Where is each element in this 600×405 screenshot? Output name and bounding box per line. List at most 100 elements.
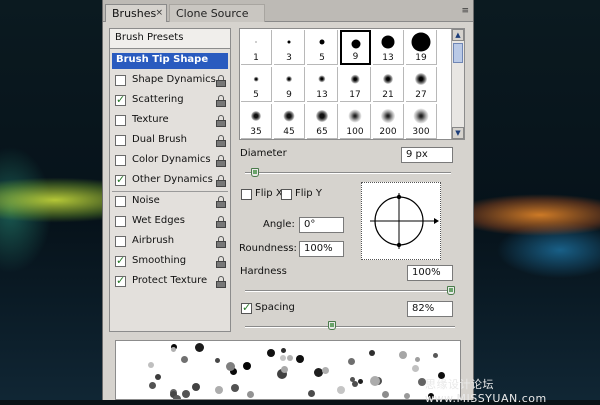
brush-tip-icon <box>286 76 292 82</box>
brush-preset[interactable]: 200 <box>373 104 404 139</box>
scroll-up-icon[interactable]: ▲ <box>452 29 464 41</box>
brush-preset[interactable]: 9 <box>340 30 371 65</box>
lock-icon[interactable] <box>216 256 226 268</box>
stroke-dab <box>182 389 191 398</box>
lock-icon[interactable] <box>216 95 226 107</box>
sidebar-item-wet-edges[interactable]: Wet Edges <box>110 212 230 232</box>
brush-preset[interactable]: 45 <box>274 104 305 139</box>
option-checkbox[interactable] <box>115 236 126 247</box>
lock-icon[interactable] <box>216 155 226 167</box>
lock-icon[interactable] <box>216 175 226 187</box>
brush-preset[interactable]: 5 <box>307 30 338 65</box>
spacing-slider-track <box>245 326 455 328</box>
tab-brushes-label: Brushes <box>112 7 157 20</box>
brush-preset[interactable]: 35 <box>241 104 272 139</box>
flip-x-checkbox[interactable] <box>241 189 252 200</box>
roundness-field[interactable]: 100% <box>299 241 344 257</box>
brush-presets-button[interactable]: Brush Presets <box>110 29 230 49</box>
option-checkbox[interactable] <box>115 196 126 207</box>
close-icon[interactable]: × <box>155 8 163 18</box>
sidebar-item-label: Airbrush <box>132 235 175 246</box>
sidebar-item-airbrush[interactable]: Airbrush <box>110 232 230 252</box>
sidebar-item-scattering[interactable]: Scattering <box>110 91 230 111</box>
sidebar-item-label: Dual Brush <box>132 134 187 145</box>
panel-menu-icon[interactable]: ≡ <box>461 6 469 16</box>
spacing-field[interactable]: 82% <box>407 301 453 317</box>
brush-size-label: 300 <box>412 127 430 137</box>
lock-icon[interactable] <box>216 236 226 248</box>
brush-tip-icon <box>253 76 259 82</box>
diameter-slider-track <box>245 172 451 174</box>
brush-angle-roundness-widget[interactable] <box>361 182 441 260</box>
stroke-dab <box>148 361 155 368</box>
angle-field[interactable]: 0° <box>299 217 344 233</box>
stroke-dab <box>231 383 240 392</box>
tab-brushes[interactable]: Brushes × <box>105 4 167 22</box>
angle-label: Angle: <box>263 219 295 230</box>
lock-icon[interactable] <box>216 276 226 288</box>
option-checkbox[interactable] <box>115 75 126 86</box>
diameter-slider-thumb[interactable] <box>250 168 259 177</box>
lock-icon[interactable] <box>216 135 226 147</box>
tab-clone-source[interactable]: Clone Source <box>169 4 265 22</box>
brush-size-label: 5 <box>319 53 325 63</box>
brush-stroke-preview <box>115 340 461 400</box>
lock-icon[interactable] <box>216 115 226 127</box>
brush-preset[interactable]: 13 <box>307 67 338 102</box>
brush-size-label: 65 <box>316 127 328 137</box>
scroll-down-icon[interactable]: ▼ <box>452 127 464 139</box>
option-checkbox[interactable] <box>115 135 126 146</box>
stroke-dab <box>267 348 276 357</box>
stroke-dab <box>411 364 419 372</box>
brush-tip-icon <box>348 109 362 123</box>
brush-preset[interactable]: 300 <box>406 104 437 139</box>
option-checkbox[interactable] <box>115 173 126 186</box>
lock-icon[interactable] <box>216 75 226 87</box>
stroke-dab <box>243 361 252 370</box>
option-checkbox[interactable] <box>115 274 126 287</box>
brush-size-label: 35 <box>250 127 262 137</box>
lock-icon[interactable] <box>216 196 226 208</box>
stroke-dab <box>192 383 201 392</box>
brush-tip-icon <box>283 110 295 122</box>
sidebar-item-shape-dynamics[interactable]: Shape Dynamics <box>110 71 230 91</box>
brush-preset[interactable]: 17 <box>340 67 371 102</box>
lock-icon[interactable] <box>216 216 226 228</box>
stroke-dab <box>170 346 176 352</box>
presets-scrollbar[interactable]: ▲ ▼ <box>451 29 464 139</box>
option-checkbox[interactable] <box>115 155 126 166</box>
brushes-panel: Brushes × Clone Source ≡ Brush Presets B… <box>102 0 474 400</box>
brush-preset[interactable]: 19 <box>406 30 437 65</box>
brush-preset[interactable]: 5 <box>241 67 272 102</box>
diameter-field[interactable]: 9 px <box>401 147 453 163</box>
sidebar-item-dual-brush[interactable]: Dual Brush <box>110 131 230 151</box>
scrollbar-thumb[interactable] <box>453 43 463 63</box>
spacing-checkbox[interactable] <box>241 301 252 314</box>
brush-preset[interactable]: 3 <box>274 30 305 65</box>
stroke-dab <box>403 393 410 399</box>
option-checkbox[interactable] <box>115 115 126 126</box>
brush-preset[interactable]: 13 <box>373 30 404 65</box>
sidebar-item-noise[interactable]: Noise <box>110 192 230 212</box>
stroke-dab <box>180 355 188 363</box>
spacing-slider-thumb[interactable] <box>327 321 336 330</box>
brush-tip-shape-item[interactable]: Brush Tip Shape <box>112 53 228 69</box>
option-checkbox[interactable] <box>115 216 126 227</box>
brush-preset[interactable]: 1 <box>241 30 272 65</box>
hardness-field[interactable]: 100% <box>407 265 453 281</box>
sidebar-item-other-dynamics[interactable]: Other Dynamics <box>110 171 230 191</box>
brush-preset[interactable]: 9 <box>274 67 305 102</box>
brush-preset[interactable]: 100 <box>340 104 371 139</box>
brush-preset[interactable]: 27 <box>406 67 437 102</box>
brush-preset[interactable]: 21 <box>373 67 404 102</box>
option-checkbox[interactable] <box>115 93 126 106</box>
sidebar-item-texture[interactable]: Texture <box>110 111 230 131</box>
sidebar-item-protect-texture[interactable]: Protect Texture <box>110 272 230 292</box>
sidebar-item-color-dynamics[interactable]: Color Dynamics <box>110 151 230 171</box>
flip-y-checkbox[interactable] <box>281 189 292 200</box>
brush-tip-icon <box>381 109 395 123</box>
brush-preset[interactable]: 65 <box>307 104 338 139</box>
hardness-slider-thumb[interactable] <box>447 286 455 295</box>
sidebar-item-smoothing[interactable]: Smoothing <box>110 252 230 272</box>
option-checkbox[interactable] <box>115 254 126 267</box>
